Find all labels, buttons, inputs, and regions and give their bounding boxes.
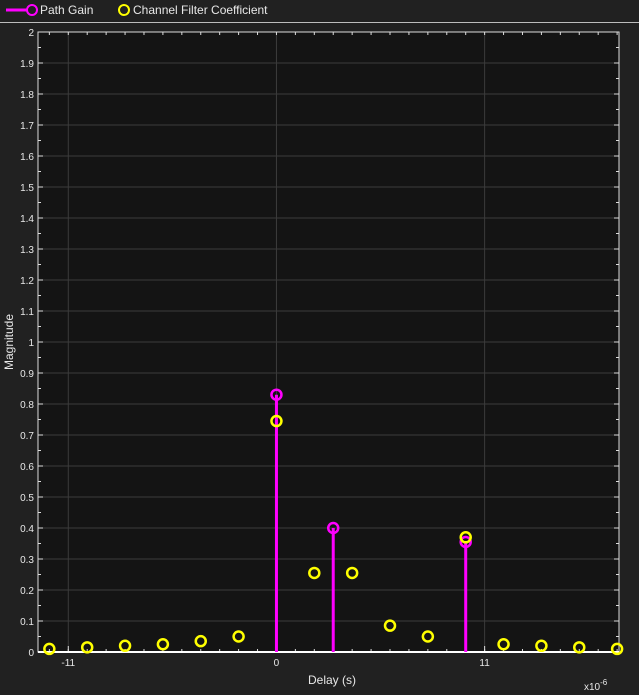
- y-tick-label: 0.3: [20, 555, 34, 566]
- y-tick-label: 1.8: [20, 90, 34, 101]
- y-tick-label: 1.6: [20, 152, 34, 163]
- x-tick-label: -11: [61, 658, 75, 669]
- chart-area: 0 0.1 0.2 0.3 0.4 0.5 0.6 0.7 0.8 0.9 1 1.1 1.2 1.3 1.…: [2, 28, 624, 693]
- y-tick-label: 0.6: [20, 462, 34, 473]
- y-tick-label: 0.9: [20, 369, 34, 380]
- y-tick-label: 1.2: [20, 276, 34, 287]
- x-tick-label: 11: [479, 658, 490, 669]
- y-axis-label: Magnitude: [2, 314, 16, 370]
- x-axis-label: Delay (s): [308, 673, 356, 687]
- y-tick-label: 1.7: [20, 121, 34, 132]
- y-tick-label: 0.2: [20, 586, 34, 597]
- y-tick-label: 0.1: [20, 617, 34, 628]
- y-tick-label: 0.7: [20, 431, 34, 442]
- y-tick-label: 1.1: [20, 307, 34, 318]
- y-tick-label: 1.4: [20, 214, 34, 225]
- y-tick-label: 1.5: [20, 183, 34, 194]
- y-tick-label: 0.8: [20, 400, 34, 411]
- y-tick-label: 1.9: [20, 59, 34, 70]
- y-tick-label: 0: [28, 648, 34, 659]
- y-tick-label: 0.5: [20, 493, 34, 504]
- y-tick-label: 0.4: [20, 524, 34, 535]
- x-tick-label: 0: [274, 658, 280, 669]
- y-tick-label: 1: [28, 338, 34, 349]
- x-exponent-label: x10-6: [584, 678, 608, 693]
- y-tick-label: 2: [28, 28, 34, 39]
- y-tick-label: 1.3: [20, 245, 34, 256]
